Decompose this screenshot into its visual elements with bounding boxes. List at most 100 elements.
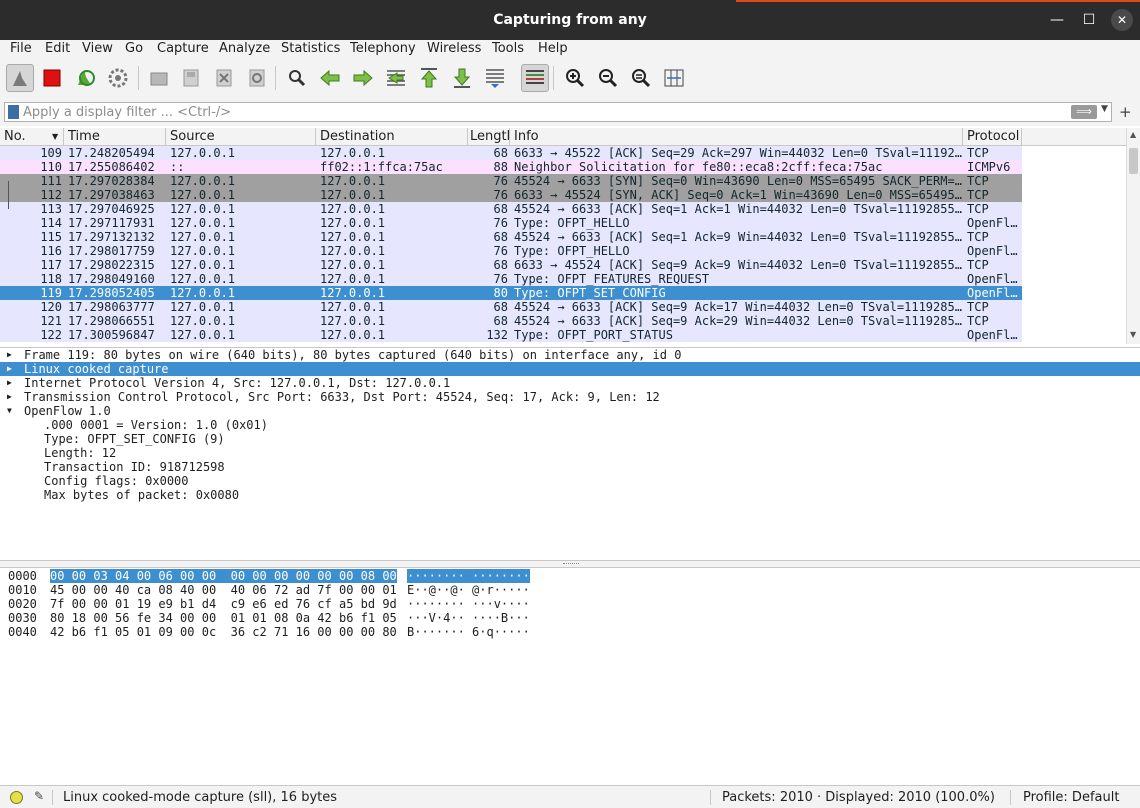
- ascii-bytes[interactable]: B······· 6·q·····: [407, 625, 530, 639]
- tree-item[interactable]: ▶ Transmission Control Protocol, Src Port…: [0, 390, 1140, 404]
- hex-bytes[interactable]: 00 00 03 04 00 06 00 00 00 00 00 00 00 0…: [50, 569, 397, 583]
- tree-item[interactable]: ▼ OpenFlow 1.0: [0, 404, 1140, 418]
- tree-item[interactable]: Transaction ID: 918712598: [0, 460, 1140, 474]
- hex-bytes[interactable]: 80 18 00 56 fe 34 00 00 01 01 08 0a 42 b…: [50, 611, 397, 625]
- expert-info-icon[interactable]: [10, 791, 23, 804]
- table-row[interactable]: 121 17.298066551 127.0.0.1 127.0.0.1 68 45524…: [0, 314, 1022, 328]
- tree-item[interactable]: Config flags: 0x0000: [0, 474, 1140, 488]
- table-row[interactable]: 120 17.298063777 127.0.0.1 127.0.0.1 68 45524…: [0, 300, 1022, 314]
- cell-proto: TCP: [967, 146, 989, 160]
- autoscroll-icon[interactable]: [481, 64, 509, 92]
- table-row[interactable]: 114 17.297117931 127.0.0.1 127.0.0.1 76 Type:…: [0, 216, 1022, 230]
- column-header-time[interactable]: Time: [64, 128, 166, 146]
- profile-selector[interactable]: Profile: Default: [1023, 790, 1119, 805]
- expanded-arrow-icon[interactable]: ▼: [7, 404, 12, 418]
- bookmark-icon[interactable]: [8, 105, 19, 119]
- last-packet-icon[interactable]: [448, 64, 476, 92]
- apply-filter-button[interactable]: ⟹: [1071, 105, 1097, 119]
- close-icon[interactable]: ✕: [1111, 9, 1133, 31]
- minimize-icon[interactable]: —: [1047, 10, 1067, 30]
- options-gear-icon[interactable]: [104, 64, 132, 92]
- stop-icon[interactable]: [38, 64, 66, 92]
- cell-src: 127.0.0.1: [170, 258, 236, 272]
- tree-item[interactable]: ▶ Frame 119: 80 bytes on wire (640 bits),…: [0, 348, 1140, 362]
- hex-bytes[interactable]: 42 b6 f1 05 01 09 00 0c 36 c2 71 16 00 0…: [50, 625, 397, 639]
- table-row[interactable]: 122 17.300596847 127.0.0.1 127.0.0.1 132 Type…: [0, 328, 1022, 342]
- tree-item[interactable]: Max bytes of packet: 0x0080: [0, 488, 1140, 502]
- column-header-source[interactable]: Source: [166, 128, 316, 146]
- table-row[interactable]: 116 17.298017759 127.0.0.1 127.0.0.1 76 Type:…: [0, 244, 1022, 258]
- column-header-length[interactable]: Length: [468, 128, 510, 146]
- tree-item[interactable]: .000 0001 = Version: 1.0 (0x01): [0, 418, 1140, 432]
- scroll-up-icon[interactable]: ▲: [1130, 130, 1136, 139]
- ascii-bytes[interactable]: ···V·4·· ····B···: [407, 611, 530, 625]
- save-file-icon[interactable]: [177, 64, 205, 92]
- menu-analyze[interactable]: Analyze: [219, 41, 270, 56]
- tree-item[interactable]: Type: OFPT_SET_CONFIG (9): [0, 432, 1140, 446]
- table-row[interactable]: 112 17.297038463 127.0.0.1 127.0.0.1 76 6633 …: [0, 188, 1022, 202]
- table-row[interactable]: 117 17.298022315 127.0.0.1 127.0.0.1 68 6633 …: [0, 258, 1022, 272]
- shark-fin-icon[interactable]: [6, 64, 34, 92]
- menu-telephony[interactable]: Telephony: [350, 41, 416, 56]
- tree-item[interactable]: ▶ Internet Protocol Version 4, Src: 127.0…: [0, 376, 1140, 390]
- menu-capture[interactable]: Capture: [157, 41, 209, 56]
- hex-bytes[interactable]: 7f 00 00 01 19 e9 b1 d4 c9 e6 ed 76 cf a…: [50, 597, 397, 611]
- table-row[interactable]: 109 17.248205494 127.0.0.1 127.0.0.1 68 6633 …: [0, 146, 1022, 160]
- table-row[interactable]: 115 17.297132132 127.0.0.1 127.0.0.1 68 45524…: [0, 230, 1022, 244]
- chevron-down-icon[interactable]: ▼: [1101, 104, 1108, 114]
- table-row[interactable]: 110 17.255086402:: ff02::1:ffca:75ac 88 Neig…: [0, 160, 1022, 174]
- first-packet-icon[interactable]: [415, 64, 443, 92]
- hex-row: 0030 80 18 00 56 fe 34 00 00 01 01 08 0a …: [0, 611, 1140, 625]
- goto-packet-icon[interactable]: [382, 64, 410, 92]
- hex-bytes[interactable]: 45 00 00 40 ca 08 40 00 40 06 72 ad 7f 0…: [50, 583, 397, 597]
- packet-list-scrollbar[interactable]: ▲ ▼: [1126, 128, 1140, 344]
- column-header-no[interactable]: No. ▼: [0, 128, 64, 146]
- menu-wireless[interactable]: Wireless: [427, 41, 481, 56]
- forward-icon[interactable]: [349, 64, 377, 92]
- zoom-normal-icon[interactable]: [627, 64, 655, 92]
- close-file-icon[interactable]: [210, 64, 238, 92]
- splitter-grip[interactable]: [563, 563, 579, 565]
- column-header-destination[interactable]: Destination: [316, 128, 468, 146]
- ascii-bytes[interactable]: ········ ········: [407, 569, 530, 583]
- cell-time: 17.297132132: [68, 230, 155, 244]
- column-header-protocol[interactable]: Protocol: [963, 128, 1022, 146]
- table-row[interactable]: 111 17.297028384 127.0.0.1 127.0.0.1 76 45524…: [0, 174, 1022, 188]
- scroll-down-icon[interactable]: ▼: [1130, 330, 1136, 339]
- menu-statistics[interactable]: Statistics: [281, 41, 340, 56]
- resize-columns-icon[interactable]: [660, 64, 688, 92]
- ascii-bytes[interactable]: ········ ···v····: [407, 597, 530, 611]
- menu-go[interactable]: Go: [125, 41, 143, 56]
- zoom-in-icon[interactable]: [561, 64, 589, 92]
- find-icon[interactable]: [283, 64, 311, 92]
- menu-edit[interactable]: Edit: [45, 41, 70, 56]
- menu-view[interactable]: View: [82, 41, 113, 56]
- column-header-info[interactable]: Info: [510, 128, 963, 146]
- back-icon[interactable]: [316, 64, 344, 92]
- restart-icon[interactable]: [71, 64, 99, 92]
- table-row[interactable]: 119 17.298052405 127.0.0.1 127.0.0.1 80 Type:…: [0, 286, 1022, 300]
- menu-tools[interactable]: Tools: [492, 41, 524, 56]
- collapsed-arrow-icon[interactable]: ▶: [7, 348, 12, 362]
- cell-dst: 127.0.0.1: [320, 258, 386, 272]
- tree-item[interactable]: ▶ Linux cooked capture: [0, 362, 1140, 376]
- ascii-bytes[interactable]: E··@··@· @·r·····: [407, 583, 530, 597]
- menu-file[interactable]: File: [10, 41, 32, 56]
- table-row[interactable]: 113 17.297046925 127.0.0.1 127.0.0.1 68 45524…: [0, 202, 1022, 216]
- collapsed-arrow-icon[interactable]: ▶: [7, 362, 12, 376]
- collapsed-arrow-icon[interactable]: ▶: [7, 390, 12, 404]
- reload-icon[interactable]: [243, 64, 271, 92]
- maximize-icon[interactable]: ☐: [1079, 10, 1099, 30]
- scrollbar-thumb[interactable]: [1129, 148, 1138, 174]
- cell-time: 17.297117931: [68, 216, 155, 230]
- table-row[interactable]: 118 17.298049160 127.0.0.1 127.0.0.1 76 Type:…: [0, 272, 1022, 286]
- open-file-icon[interactable]: [145, 64, 173, 92]
- add-filter-button-icon[interactable]: +: [1119, 103, 1132, 121]
- collapsed-arrow-icon[interactable]: ▶: [7, 376, 12, 390]
- zoom-out-icon[interactable]: [594, 64, 622, 92]
- capture-comment-icon[interactable]: ✎: [34, 789, 44, 803]
- colorize-icon[interactable]: [521, 64, 549, 92]
- tree-item[interactable]: Length: 12: [0, 446, 1140, 460]
- menu-help[interactable]: Help: [538, 41, 568, 56]
- display-filter-input[interactable]: [23, 104, 1063, 120]
